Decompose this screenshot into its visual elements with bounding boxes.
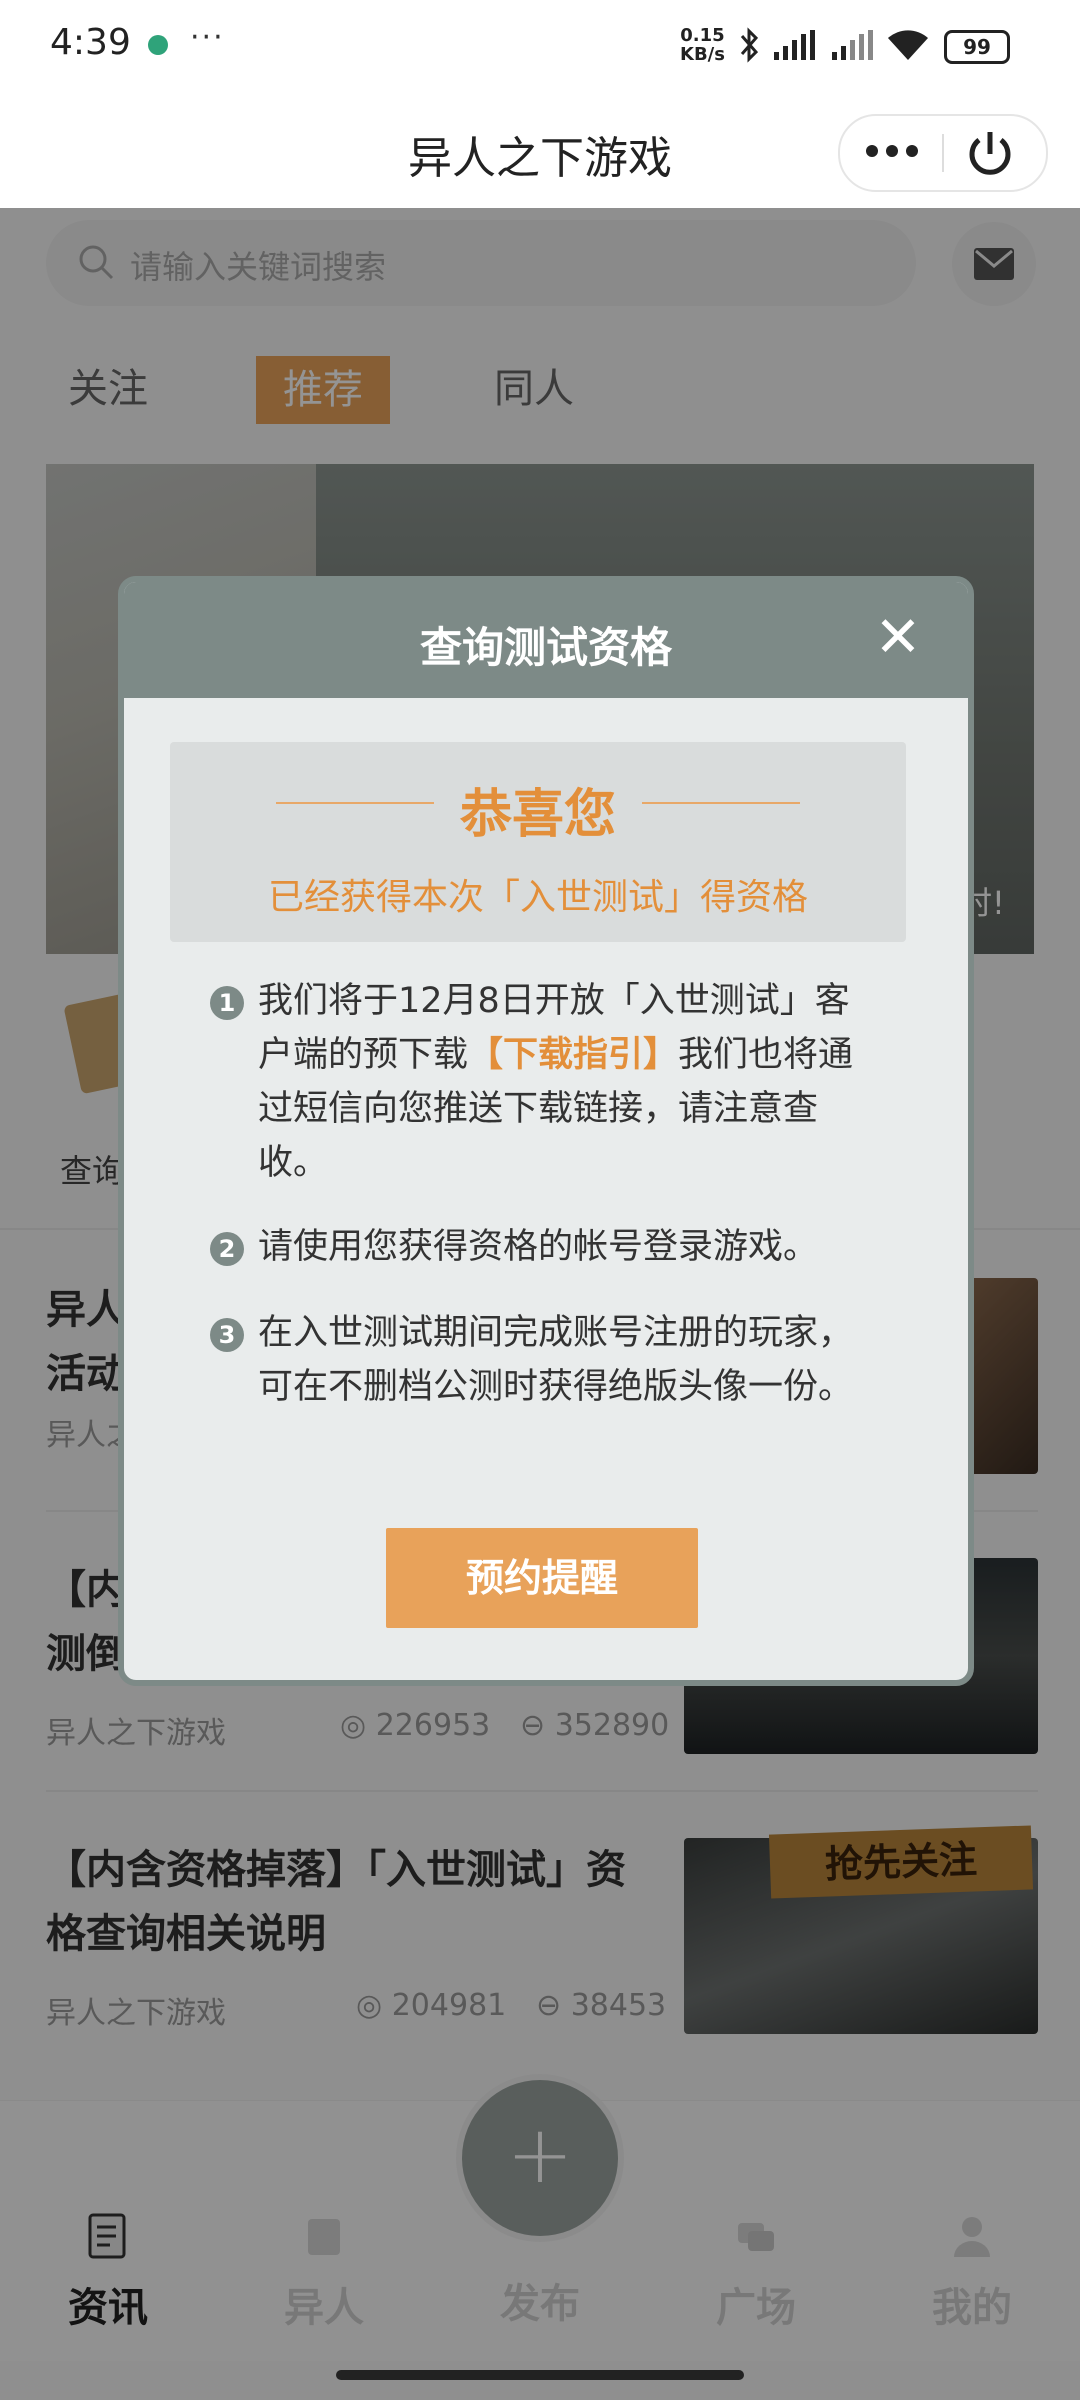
wifi-icon [888, 30, 928, 60]
network-speed-unit: KB/s [680, 44, 725, 65]
congrats-card: 恭喜您 已经获得本次「入世测试」得资格 [170, 742, 906, 942]
battery-indicator: 99 [944, 30, 1010, 64]
qualification-dialog: 查询测试资格 ✕ 恭喜您 已经获得本次「入世测试」得资格 1 我们将于12月8日… [118, 576, 974, 1686]
dialog-title: 查询测试资格 [419, 623, 672, 672]
status-notification-icon [148, 35, 168, 55]
close-icon[interactable]: ✕ [866, 606, 930, 670]
signal-2-icon [832, 30, 873, 60]
network-speed-value: 0.15 [680, 25, 725, 46]
congrats-subtitle: 已经获得本次「入世测试」得资格 [267, 877, 808, 918]
network-speed: 0.15 KB/s [680, 26, 725, 64]
reserve-reminder-button[interactable]: 预约提醒 [386, 1528, 698, 1628]
status-more-icon: ··· [190, 20, 225, 55]
notice-text: 在入世测试期间完成账号注册的玩家，可在不删档公测时获得绝版头像一份。 [258, 1313, 854, 1407]
capsule-divider [942, 134, 944, 172]
mini-program-capsule [838, 114, 1048, 192]
navigation-bar: 异人之下游戏 [0, 90, 1080, 208]
signal-1-icon [774, 30, 815, 60]
bluetooth-icon [740, 27, 759, 63]
close-program-icon[interactable] [962, 128, 1018, 178]
dialog-header: 查询测试资格 ✕ [124, 582, 968, 698]
notice-number: 2 [210, 1232, 244, 1266]
download-guide-link[interactable]: 【下载指引】 [468, 1035, 678, 1075]
notice-text: 请使用您获得资格的帐号登录游戏。 [258, 1227, 819, 1267]
status-time: 4:39 [50, 22, 131, 63]
notice-number: 1 [210, 986, 244, 1020]
notice-number: 3 [210, 1318, 244, 1352]
status-bar: 4:39 ··· 0.15 KB/s 99 [0, 0, 1080, 90]
congrats-title: 恭喜您 [459, 785, 616, 845]
notice-text: 我们将于12月8日开放「入世测试」客户端的预下载【下载指引】我们也将通过短信向您… [258, 974, 876, 1190]
home-indicator[interactable] [336, 2370, 744, 2380]
more-options-icon[interactable] [862, 136, 922, 166]
